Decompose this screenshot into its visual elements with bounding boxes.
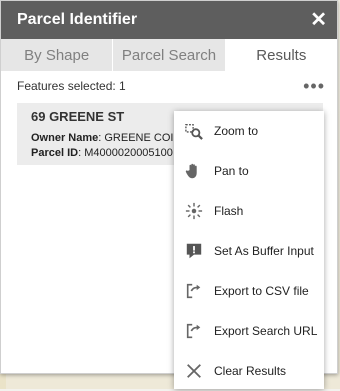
pan-hand-icon	[184, 161, 204, 181]
tab-by-shape[interactable]: By Shape	[1, 39, 114, 71]
menu-item-label: Export Search URL	[214, 324, 318, 338]
more-options-icon[interactable]: •••	[303, 77, 325, 95]
export-icon	[184, 321, 204, 341]
menu-item-flash[interactable]: Flash	[174, 191, 324, 231]
menu-item-zoom-to[interactable]: Zoom to	[174, 111, 324, 151]
result-context-menu: Zoom to Pan to Flash Set As Buffer Input…	[174, 111, 324, 389]
flash-icon	[184, 201, 204, 221]
menu-item-label: Clear Results	[214, 364, 287, 378]
menu-item-export-url[interactable]: Export Search URL	[174, 311, 324, 351]
menu-item-clear-results[interactable]: Clear Results	[174, 351, 324, 391]
panel-titlebar: Parcel Identifier ✕	[1, 1, 337, 39]
menu-item-label: Zoom to	[214, 124, 259, 138]
owner-name-value: : GREENE COI	[98, 132, 174, 144]
clear-x-icon	[184, 361, 204, 381]
tab-results[interactable]: Results	[225, 39, 337, 71]
menu-item-label: Flash	[214, 204, 244, 218]
export-icon	[184, 281, 204, 301]
buffer-alert-icon	[184, 241, 204, 261]
features-selected-count: Features selected: 1	[17, 79, 126, 93]
menu-item-label: Pan to	[214, 164, 249, 178]
results-toolbar: Features selected: 1 •••	[1, 71, 337, 101]
parcel-id-label: Parcel ID	[31, 147, 79, 159]
menu-item-label: Export to CSV file	[214, 284, 309, 298]
zoom-to-icon	[184, 121, 204, 141]
tab-parcel-search[interactable]: Parcel Search	[113, 39, 226, 71]
menu-item-export-csv[interactable]: Export to CSV file	[174, 271, 324, 311]
menu-item-label: Set As Buffer Input	[214, 244, 314, 258]
tab-bar: By Shape Parcel Search Results	[1, 39, 337, 71]
owner-name-label: Owner Name	[31, 132, 99, 144]
menu-item-pan-to[interactable]: Pan to	[174, 151, 324, 191]
panel-title: Parcel Identifier	[17, 11, 138, 28]
close-icon[interactable]: ✕	[310, 10, 327, 30]
parcel-id-value: : M4000020005100	[78, 147, 173, 159]
menu-item-set-buffer-input[interactable]: Set As Buffer Input	[174, 231, 324, 271]
